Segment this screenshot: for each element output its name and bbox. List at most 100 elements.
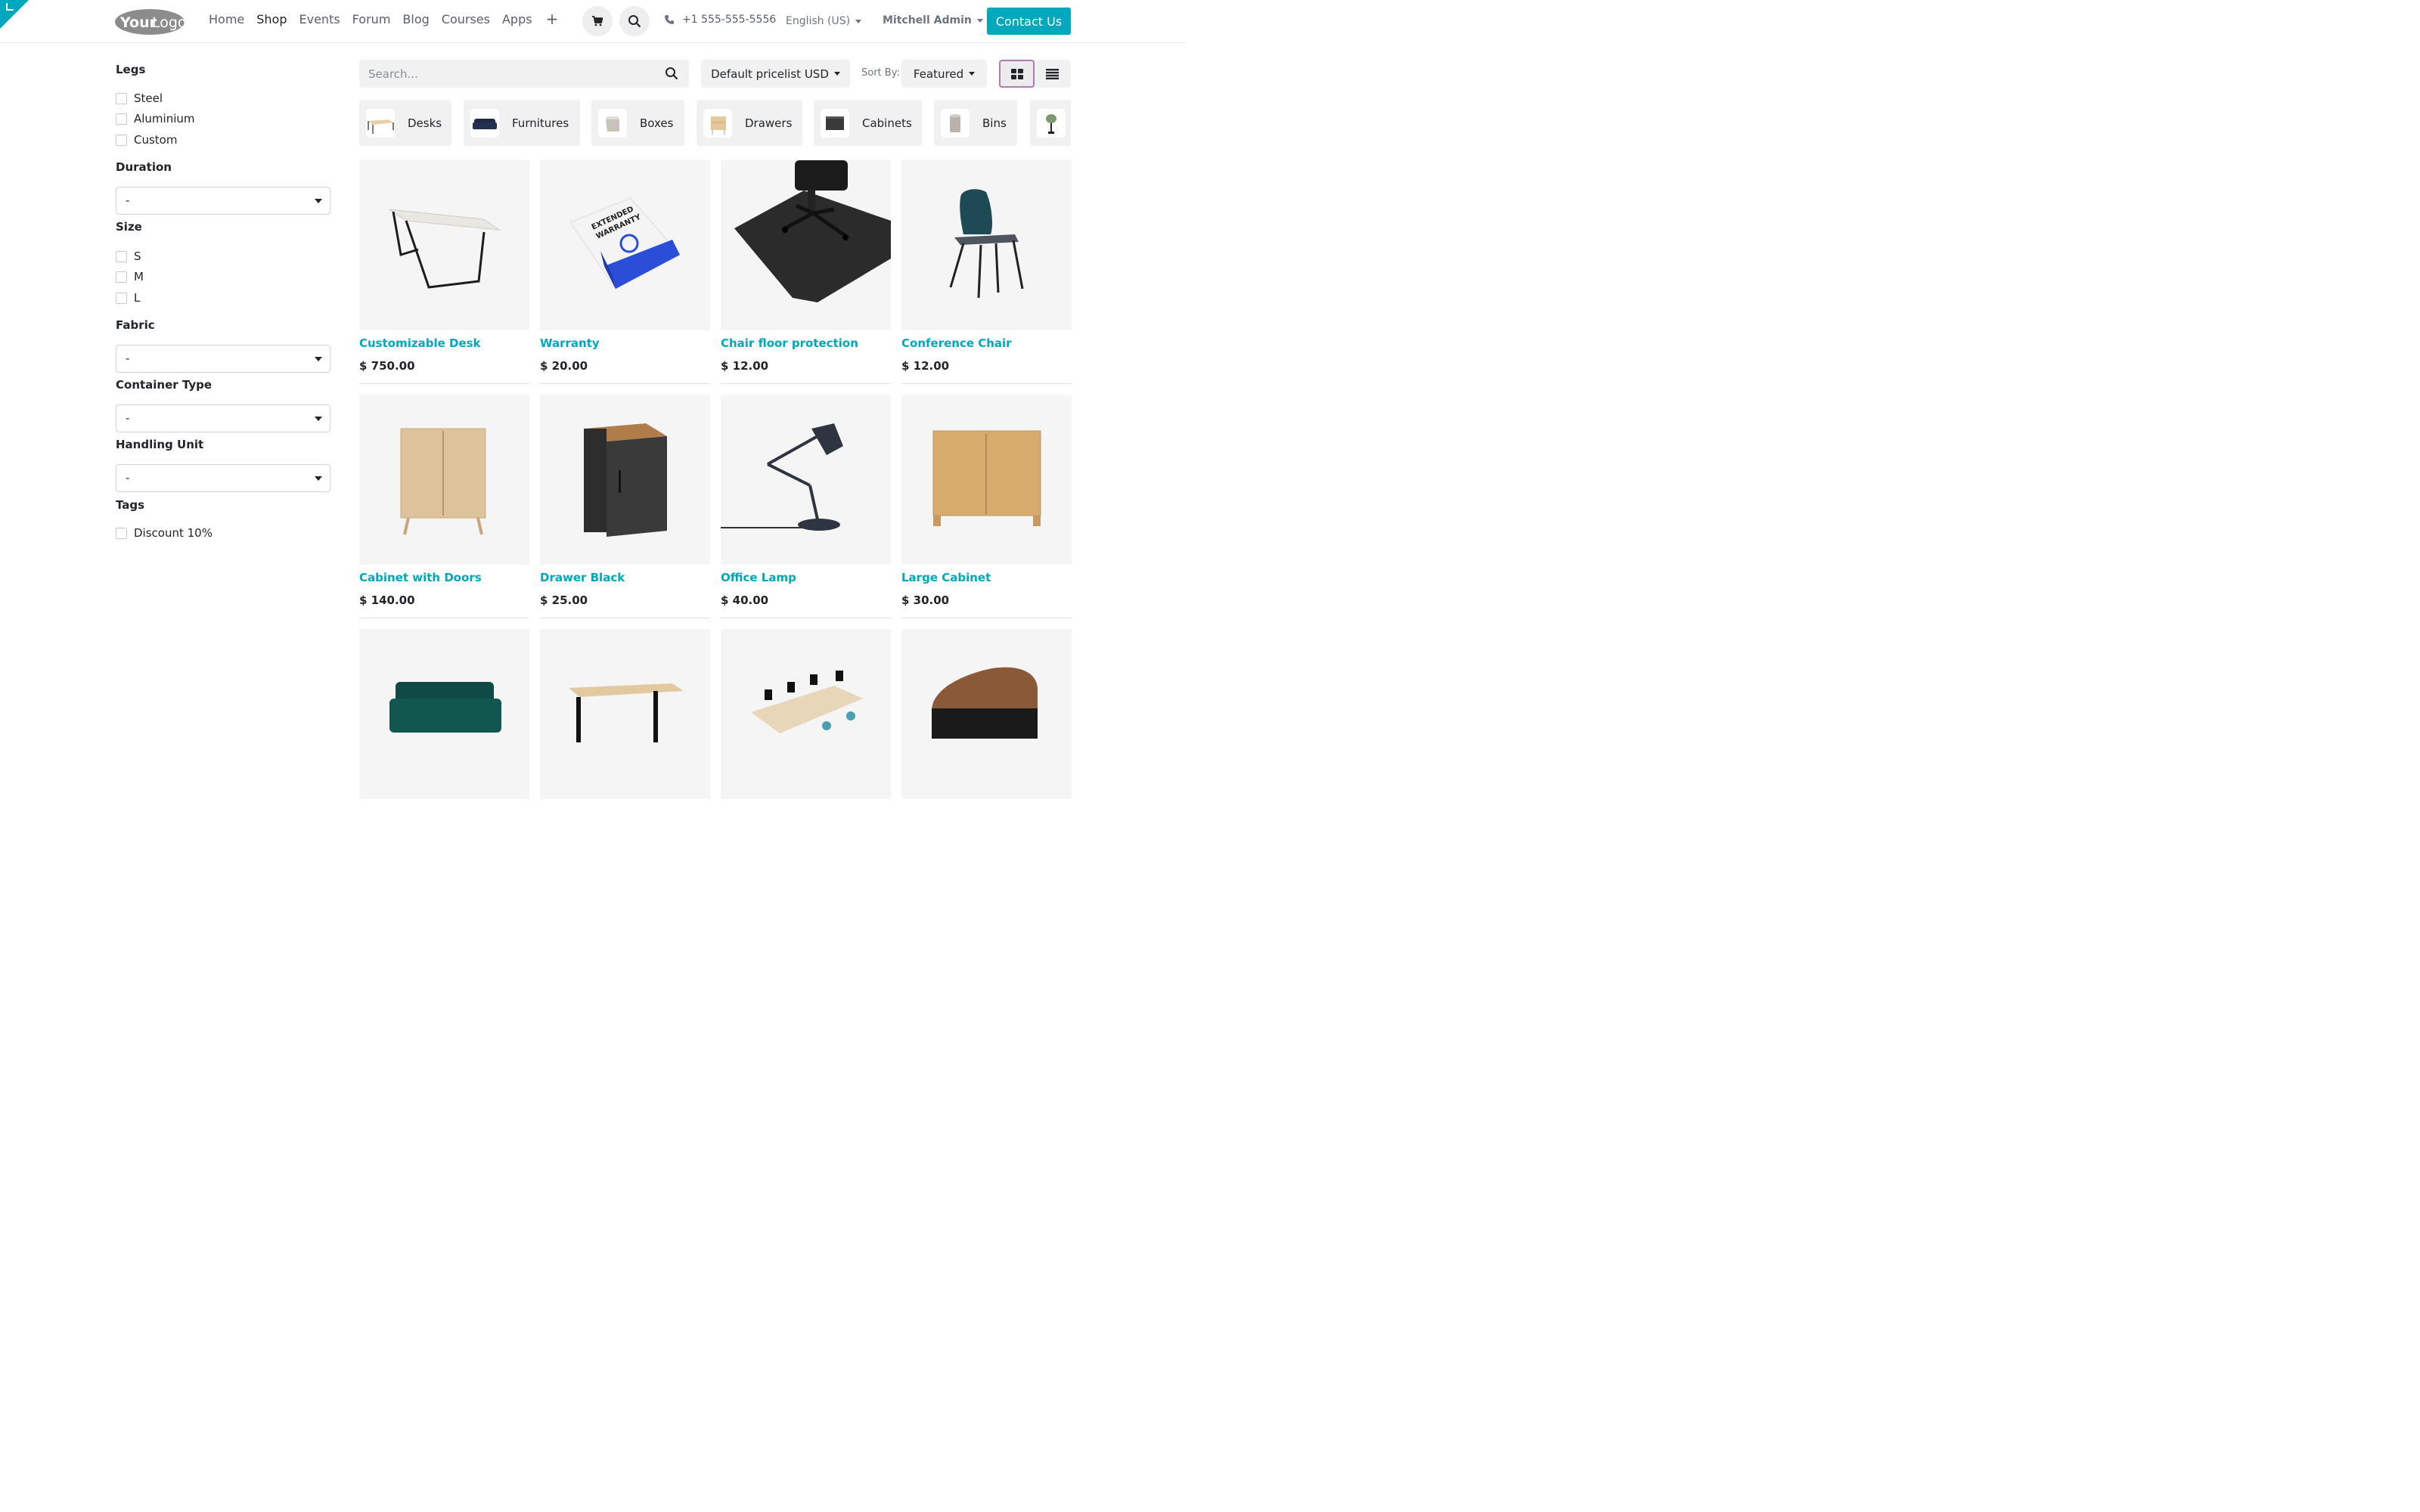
phone-icon xyxy=(665,15,674,24)
search-icon[interactable] xyxy=(665,67,678,80)
filter-legs-aluminium[interactable]: Aluminium xyxy=(116,112,195,125)
product-image-large-cabinet[interactable] xyxy=(901,395,1072,565)
product-image-sofa[interactable] xyxy=(359,629,529,799)
product-card-cabinet-with-doors[interactable]: Cabinet with Doors $ 140.00 xyxy=(359,395,529,618)
nav-home[interactable]: Home xyxy=(209,12,244,26)
product-name[interactable]: Warranty xyxy=(540,336,710,350)
category-furnitures[interactable]: Furnitures xyxy=(464,100,580,146)
product-card-large-cabinet[interactable]: Large Cabinet $ 30.00 xyxy=(901,395,1072,618)
product-card-chair-floor-protection[interactable]: Chair floor protection $ 12.00 xyxy=(721,160,891,384)
product-card-sofa[interactable] xyxy=(359,629,529,799)
list-view-button[interactable] xyxy=(1035,60,1070,88)
main-nav: Home Shop Events Forum Blog Courses Apps… xyxy=(209,11,559,26)
search-icon xyxy=(628,15,641,28)
cart-button[interactable] xyxy=(582,6,613,36)
category-lamps-partial[interactable] xyxy=(1030,100,1071,146)
chevron-down-icon xyxy=(855,19,862,23)
product-card-customizable-desk[interactable]: Customizable Desk $ 750.00 xyxy=(359,160,529,384)
filter-size-m[interactable]: M xyxy=(116,270,144,284)
add-menu-plus-icon[interactable]: + xyxy=(546,11,559,26)
chevron-down-icon xyxy=(976,18,983,23)
product-image-warranty[interactable]: EXTENDED WARRANTY xyxy=(540,160,710,330)
language-dropdown[interactable]: English (US) xyxy=(786,15,862,27)
product-card-conference-table[interactable] xyxy=(721,629,891,799)
contact-us-button[interactable]: Contact Us xyxy=(987,8,1071,35)
nav-courses[interactable]: Courses xyxy=(442,12,490,26)
filter-legs-custom[interactable]: Custom xyxy=(116,133,177,147)
category-desks[interactable]: Desks xyxy=(359,100,451,146)
product-image-floor-mat[interactable] xyxy=(721,160,891,330)
search-input[interactable] xyxy=(359,60,665,88)
sort-label: Sort By: xyxy=(861,67,900,79)
category-cabinets[interactable]: Cabinets xyxy=(814,100,922,146)
cabinet-thumbnail xyxy=(821,108,849,138)
product-card-drawer-black[interactable]: Drawer Black $ 25.00 xyxy=(540,395,710,618)
product-image-conference-table[interactable] xyxy=(721,629,891,799)
site-logo[interactable]: Your Logo xyxy=(114,8,185,36)
product-price: $ 40.00 xyxy=(721,593,769,607)
product-card-cable-box[interactable] xyxy=(901,629,1072,799)
product-name[interactable]: Large Cabinet xyxy=(901,571,1072,584)
card-divider xyxy=(901,383,1072,384)
product-image-cabinet-doors[interactable] xyxy=(359,395,529,565)
nav-blog[interactable]: Blog xyxy=(402,12,429,26)
sofa-thumbnail xyxy=(470,108,499,138)
product-image-lamp[interactable] xyxy=(721,395,891,565)
pricelist-dropdown[interactable]: Default pricelist USD xyxy=(701,60,850,88)
grid-view-button[interactable] xyxy=(999,60,1035,88)
fabric-select[interactable]: - xyxy=(116,345,330,373)
bin-thumbnail xyxy=(941,108,970,138)
filter-size-l[interactable]: L xyxy=(116,291,140,305)
search-button[interactable] xyxy=(619,6,650,36)
checkbox[interactable] xyxy=(116,134,127,146)
product-name[interactable]: Office Lamp xyxy=(721,571,891,584)
filter-legs-steel[interactable]: Steel xyxy=(116,91,163,105)
product-name[interactable]: Customizable Desk xyxy=(359,336,529,350)
container-type-select[interactable]: - xyxy=(116,404,330,432)
sort-dropdown[interactable]: Featured xyxy=(901,60,987,88)
product-image-chair[interactable] xyxy=(901,160,1072,330)
product-name[interactable]: Drawer Black xyxy=(540,571,710,584)
desk-thumbnail xyxy=(366,108,395,138)
user-menu[interactable]: Mitchell Admin xyxy=(883,14,983,26)
card-divider xyxy=(359,383,529,384)
chevron-down-icon xyxy=(833,72,840,76)
checkbox[interactable] xyxy=(116,92,127,104)
checkbox[interactable] xyxy=(116,292,127,304)
sort-value: Featured xyxy=(913,67,964,81)
product-name[interactable]: Conference Chair xyxy=(901,336,1072,350)
product-card-conference-chair[interactable]: Conference Chair $ 12.00 xyxy=(901,160,1072,384)
product-name[interactable]: Cabinet with Doors xyxy=(359,571,529,584)
checkbox[interactable] xyxy=(116,113,127,125)
filter-title-legs: Legs xyxy=(116,63,146,76)
product-card-warranty[interactable]: EXTENDED WARRANTY Warranty $ 20.00 xyxy=(540,160,710,384)
product-image-standing-desk[interactable] xyxy=(540,629,710,799)
duration-select[interactable]: - xyxy=(116,187,330,215)
view-toggle xyxy=(999,60,1071,88)
checkbox[interactable] xyxy=(116,250,127,262)
category-drawers[interactable]: Drawers xyxy=(697,100,802,146)
filter-tag-discount[interactable]: Discount 10% xyxy=(116,526,213,540)
product-name[interactable]: Chair floor protection xyxy=(721,336,891,350)
checkbox[interactable] xyxy=(116,527,127,539)
edit-corner-badge[interactable] xyxy=(0,0,29,29)
product-image-drawer-black[interactable] xyxy=(540,395,710,565)
category-boxes[interactable]: Boxes xyxy=(591,100,684,146)
dropdown-arrow-icon xyxy=(315,417,322,421)
nav-apps[interactable]: Apps xyxy=(502,12,532,26)
nav-events[interactable]: Events xyxy=(299,12,340,26)
handling-unit-select[interactable]: - xyxy=(116,464,330,492)
filter-title-size: Size xyxy=(116,220,142,234)
nav-shop[interactable]: Shop xyxy=(256,12,287,26)
product-image-desk[interactable] xyxy=(359,160,529,330)
checkbox[interactable] xyxy=(116,271,127,283)
product-card-office-lamp[interactable]: Office Lamp $ 40.00 xyxy=(721,395,891,618)
nav-forum[interactable]: Forum xyxy=(352,12,391,26)
product-card-standing-desk[interactable] xyxy=(540,629,710,799)
phone-link[interactable]: +1 555-555-5556 xyxy=(664,14,776,26)
product-search xyxy=(359,60,689,88)
product-price: $ 20.00 xyxy=(540,359,588,373)
filter-size-s[interactable]: S xyxy=(116,249,141,263)
category-bins[interactable]: Bins xyxy=(934,100,1017,146)
product-image-cable-box[interactable] xyxy=(901,629,1072,799)
